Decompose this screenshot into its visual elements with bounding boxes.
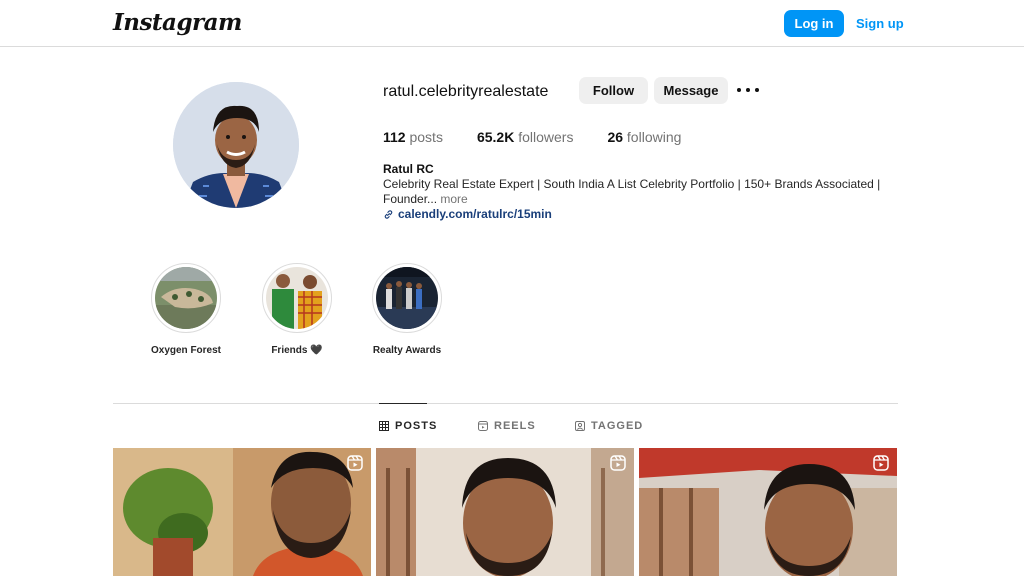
reel-badge-icon [347,455,363,471]
reel-badge-icon [610,455,626,471]
post-image [113,448,371,576]
login-button[interactable]: Log in [784,10,844,37]
highlight-label: Friends 🖤 [271,345,323,356]
tab-label: POSTS [395,420,438,432]
signup-button[interactable]: Sign up [856,10,904,37]
profile-username: ratul.celebrityrealestate [383,83,549,100]
more-options-icon[interactable] [737,82,759,98]
post-image [639,448,897,576]
bio-more-link[interactable]: more [440,192,467,206]
tab-posts[interactable]: POSTS [379,420,437,432]
highlight-realty-awards[interactable]: Realty Awards [352,263,462,356]
highlight-ring [372,263,442,333]
follow-button[interactable]: Follow [579,77,648,104]
tab-label: REELS [494,420,536,432]
message-button[interactable]: Message [654,77,728,104]
highlight-ring [151,263,221,333]
posts-count: 112 [383,129,406,145]
followers-stat[interactable]: 65.2K followers [477,129,574,146]
highlight-oxygen-forest[interactable]: Oxygen Forest [131,263,241,356]
highlight-label: Realty Awards [372,345,442,356]
following-count: 26 [607,129,624,145]
link-icon [384,209,393,219]
tabs-divider [113,403,898,404]
tab-reels[interactable]: REELS [478,420,536,432]
bio-line-2: Founder... [383,192,438,206]
profile-link-text: calendly.com/ratulrc/15min [398,207,552,221]
instagram-logo[interactable]: Instagram [113,9,242,36]
followers-stat-label: followers [518,129,574,145]
highlight-label: Oxygen Forest [150,345,222,356]
tagged-icon [575,421,585,431]
grid-icon [379,421,389,431]
profile-full-name: Ratul RC [383,162,434,176]
posts-stat-label: posts [409,129,443,145]
followers-count: 65.2K [476,129,515,145]
top-navigation-bar: Instagram Log in Sign up [0,0,1024,47]
highlight-image [155,267,217,329]
following-stat[interactable]: 26 following [607,129,681,146]
profile-stats: 112 posts 65.2K followers 26 following [383,129,715,146]
profile-link[interactable]: calendly.com/ratulrc/15min [383,207,552,221]
post-thumbnail[interactable] [113,448,371,576]
profile-bio: Celebrity Real Estate Expert | South Ind… [383,177,883,207]
posts-stat: 112 posts [383,129,443,146]
post-thumbnail[interactable] [376,448,634,576]
tab-tagged[interactable]: TAGGED [575,420,643,432]
post-image [376,448,634,576]
bio-line-1: Celebrity Real Estate Expert | South Ind… [383,177,881,191]
active-tab-indicator [379,403,427,404]
highlight-image [376,267,438,329]
tab-label: TAGGED [591,420,644,432]
following-stat-label: following [626,129,682,145]
highlight-image [266,267,328,329]
profile-avatar[interactable] [173,82,299,208]
highlight-ring [262,263,332,333]
post-thumbnail[interactable] [639,448,897,576]
reel-badge-icon [873,455,889,471]
highlight-friends[interactable]: Friends 🖤 [242,263,352,356]
reels-icon [478,421,488,431]
